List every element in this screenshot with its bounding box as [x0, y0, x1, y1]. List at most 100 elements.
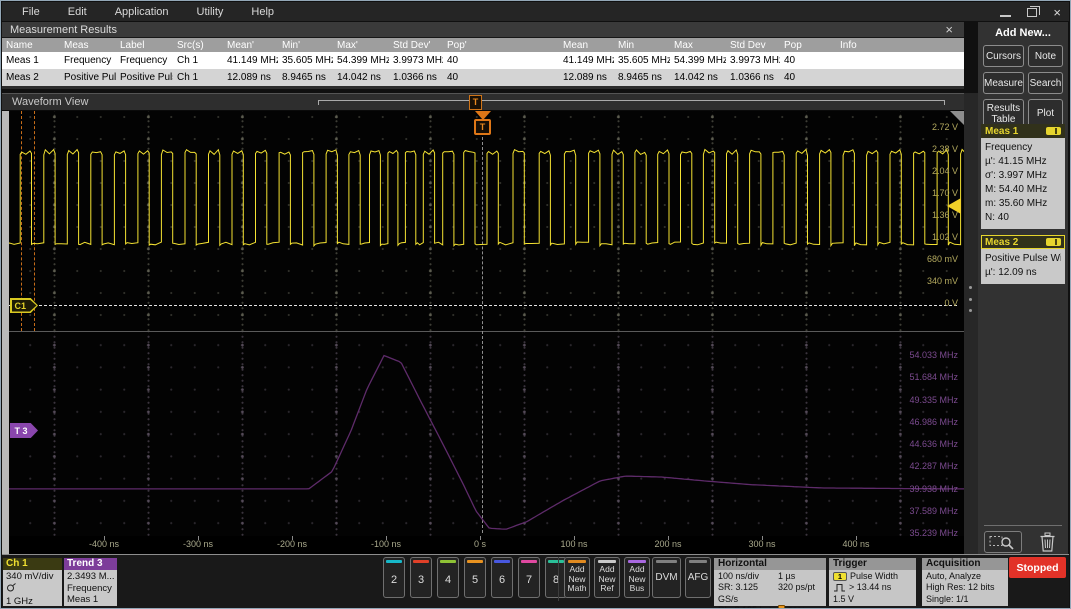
- table-cell: 40: [784, 55, 796, 66]
- axis-tick-label: 44.636 MHz: [909, 439, 958, 449]
- channel-3-button[interactable]: 3: [410, 557, 432, 598]
- badge-line: Positive Pulse Width: [985, 253, 1061, 264]
- restore-icon[interactable]: [1027, 5, 1041, 17]
- meas2-badge[interactable]: Meas 2 Positive Pulse Width µ': 12.09 ns: [981, 235, 1065, 284]
- channel-5-button[interactable]: 5: [464, 557, 486, 598]
- axis-tick-label: 49.335 MHz: [909, 394, 958, 405]
- table-cell: 1.0366 ns: [393, 72, 437, 83]
- trigger-condition: > 13.44 ns: [849, 582, 892, 593]
- run-stop-button[interactable]: Stopped: [1009, 557, 1066, 578]
- horizontal-scale: 100 ns/div: [718, 571, 760, 581]
- button-color-stripe: [598, 560, 616, 563]
- graticule[interactable]: T C1 T 3 2.72 V 2.38 V 2.04 V 1.70 V 1.36 V1…: [9, 111, 964, 536]
- axis-tick-label: 54.033 MHz: [909, 350, 958, 360]
- dvm-button[interactable]: DVM: [652, 557, 681, 598]
- menu-utility[interactable]: Utility: [183, 4, 238, 20]
- table-cell: Positive Puls...: [64, 72, 116, 83]
- table-cell: 3.9973 MHz: [730, 55, 780, 66]
- badge-line: µ': 41.15 MHz: [985, 156, 1047, 167]
- minimize-icon[interactable]: [1000, 8, 1012, 17]
- waveform-canvas: [9, 148, 964, 530]
- panel-title: Trigger: [829, 558, 916, 570]
- meas1-badge[interactable]: Meas 1 Frequency µ': 41.15 MHz σ': 3.997 M…: [981, 124, 1065, 229]
- table-cell: 35.605 MHz: [618, 55, 670, 66]
- table-cell: 54.399 MHz: [674, 55, 726, 66]
- add-new-math-button[interactable]: Add New Math: [564, 557, 590, 598]
- axis-tick-label: -100 ns: [370, 539, 402, 549]
- ch1-scale: 340 mV/div: [6, 571, 54, 582]
- channel-2-button[interactable]: 2: [383, 557, 405, 598]
- trigger-panel[interactable]: Trigger 1 Pulse Width > 13.44 ns 1.5 V: [829, 558, 916, 606]
- table-cell: [499, 52, 559, 69]
- menu-application[interactable]: Application: [101, 4, 183, 20]
- add-new-bus-button[interactable]: Add New Bus: [624, 557, 650, 598]
- menu-file[interactable]: File: [8, 4, 54, 20]
- menu-help[interactable]: Help: [237, 4, 288, 20]
- ch1-badge[interactable]: Ch 1 340 mV/div 1 GHz: [3, 558, 62, 606]
- axis-tickmark: [762, 536, 763, 540]
- acquisition-panel[interactable]: Acquisition Auto, Analyze High Res: 12 b…: [922, 558, 1008, 606]
- measure-button[interactable]: Measure: [983, 72, 1024, 94]
- button-stripe: [689, 560, 707, 563]
- table-cell: Ch 1: [177, 55, 199, 66]
- close-icon[interactable]: ×: [942, 23, 956, 36]
- note-button[interactable]: Note: [1027, 45, 1063, 67]
- axis-tick-label: 42.287 MHz: [909, 461, 958, 472]
- add-new-ref-button[interactable]: Add New Ref: [594, 557, 620, 598]
- box-zoom-button[interactable]: [984, 531, 1022, 553]
- column-header: Max: [670, 38, 726, 52]
- close-icon[interactable]: ×: [1053, 6, 1061, 19]
- trigger-level: 1.5 V: [833, 593, 855, 604]
- trigger-marker-icon[interactable]: T: [474, 119, 491, 135]
- column-header: Info: [836, 38, 964, 52]
- channel-6-button[interactable]: 6: [491, 557, 513, 598]
- channel-number: 2: [390, 574, 398, 586]
- trend3-meas: Meas 1: [67, 594, 99, 605]
- button-color-stripe: [568, 560, 586, 563]
- trend3-source: Frequency: [67, 582, 112, 594]
- table-cell: 12.089 ns: [563, 72, 607, 83]
- zoom-icon: [989, 535, 1014, 550]
- column-header: Mean: [559, 38, 614, 52]
- table-cell: [836, 52, 964, 69]
- table-cell: [499, 69, 559, 86]
- column-header: Min': [278, 38, 333, 52]
- panel-title: Horizontal: [714, 558, 826, 570]
- acq-count: Single: 1/1: [926, 593, 969, 604]
- column-header: Pop: [780, 38, 836, 52]
- drag-handle-icon[interactable]: [969, 286, 973, 312]
- axis-tick-label: 35.239 MHz: [909, 528, 958, 536]
- channel-color-stripe: [494, 560, 510, 563]
- badge-line: Frequency: [985, 142, 1033, 153]
- acq-resolution: High Res: 12 bits: [926, 582, 995, 593]
- frequency-axis-labels: 54.033 MHz 51.684 MHz 49.335 MHz 46.986 MHz…: [888, 111, 958, 536]
- table-cell: Ch 1: [177, 72, 199, 83]
- channel-color-stripe: [386, 560, 402, 563]
- menu-bar: File Edit Application Utility Help ×: [2, 2, 1069, 21]
- afg-button[interactable]: AFG: [685, 557, 711, 598]
- delete-button[interactable]: [1035, 530, 1059, 554]
- table-cell: Frequency: [120, 55, 168, 66]
- button-color-stripe: [628, 560, 646, 563]
- channel-7-button[interactable]: 7: [518, 557, 540, 598]
- horizontal-panel[interactable]: Horizontal 100 ns/div 1 µs SR: 3.125 GS/…: [714, 558, 826, 608]
- sidebar: Add New... Cursors Note Measure Search R…: [978, 22, 1068, 554]
- trigger-position-chip[interactable]: T: [469, 95, 482, 110]
- channel-4-button[interactable]: 4: [437, 557, 459, 598]
- channel-color-stripe: [467, 560, 483, 563]
- panel-splitter[interactable]: [964, 93, 978, 554]
- measurement-row[interactable]: Meas 2 Positive Puls... Positive Puls... Ch…: [2, 69, 964, 86]
- column-header: Std Dev': [389, 38, 443, 52]
- trend3-badge[interactable]: Trend 3 2.3493 M... Frequency Meas 1: [64, 558, 117, 606]
- axis-tickmark: [292, 536, 293, 540]
- trend3-scale: 2.3493 M...: [67, 571, 115, 582]
- waveform-view-panel[interactable]: Waveform View T T C1 T 3 2.72 V 2.38 V 2…: [2, 93, 964, 554]
- column-header: Pop': [443, 38, 499, 52]
- badge-title: Meas 2: [985, 236, 1019, 248]
- search-button[interactable]: Search: [1027, 72, 1063, 94]
- bottom-toolbar: Ch 1 340 mV/div 1 GHz Trend 3 2.3493 M..…: [2, 554, 1069, 608]
- channel-color-chip: [1046, 238, 1061, 246]
- menu-edit[interactable]: Edit: [54, 4, 101, 20]
- measurement-row[interactable]: Meas 1 Frequency Frequency Ch 1 41.149 MHz 35…: [2, 52, 964, 69]
- cursors-button[interactable]: Cursors: [983, 45, 1024, 67]
